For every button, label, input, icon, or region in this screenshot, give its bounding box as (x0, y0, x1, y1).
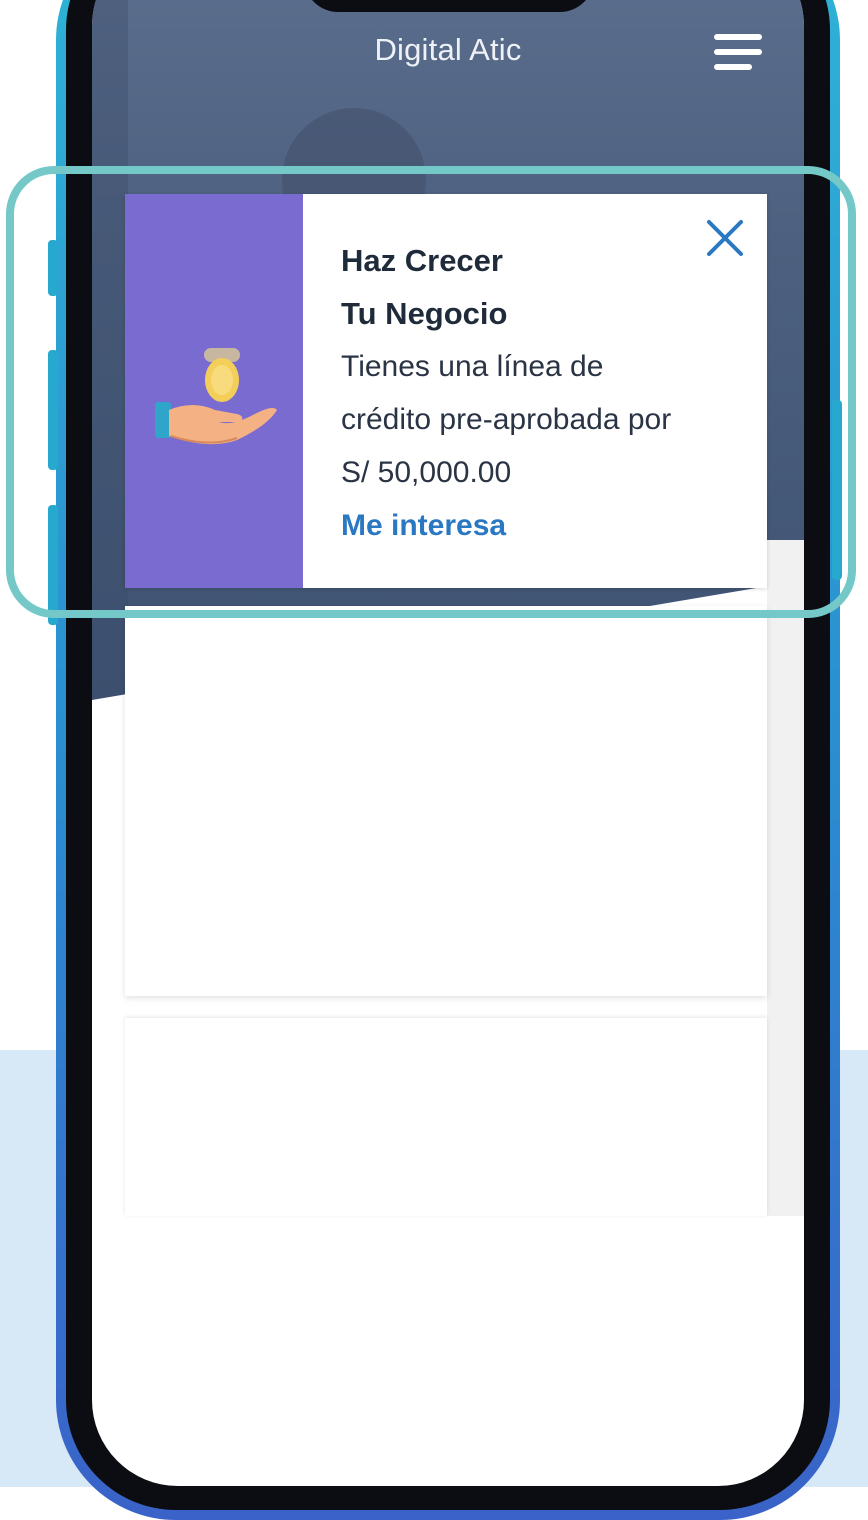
promo-illustration-panel (125, 194, 303, 588)
promo-description-line2: crédito pre-aprobada por (341, 403, 672, 436)
promo-card: Haz Crecer Tu Negocio Tienes una línea d… (125, 194, 767, 588)
phone-volume-down-button (48, 505, 58, 625)
close-icon[interactable] (705, 218, 745, 258)
content-gutter (767, 540, 804, 1216)
me-interesa-link[interactable]: Me interesa (341, 499, 506, 552)
phone-notch (304, 0, 594, 12)
phone-screen: Digital Atic Haz Crecer Tu Negocio Tiene… (92, 0, 804, 1486)
promo-credit-amount: S/ 50,000.00 (341, 456, 512, 489)
phone-volume-up-button (48, 350, 58, 470)
hand-holding-coin-icon (155, 348, 277, 445)
promo-title-line2: Tu Negocio (341, 296, 508, 331)
app-title: Digital Atic (374, 32, 522, 67)
promo-title-line1: Haz Crecer (341, 243, 503, 278)
content-card (125, 606, 767, 996)
promo-description-line1: Tienes una línea de (341, 350, 604, 383)
phone-power-button (832, 400, 842, 580)
content-card (125, 1018, 767, 1216)
phone-mute-switch (48, 240, 58, 296)
hamburger-menu-icon[interactable] (712, 32, 764, 76)
promo-content: Haz Crecer Tu Negocio Tienes una línea d… (303, 194, 767, 588)
